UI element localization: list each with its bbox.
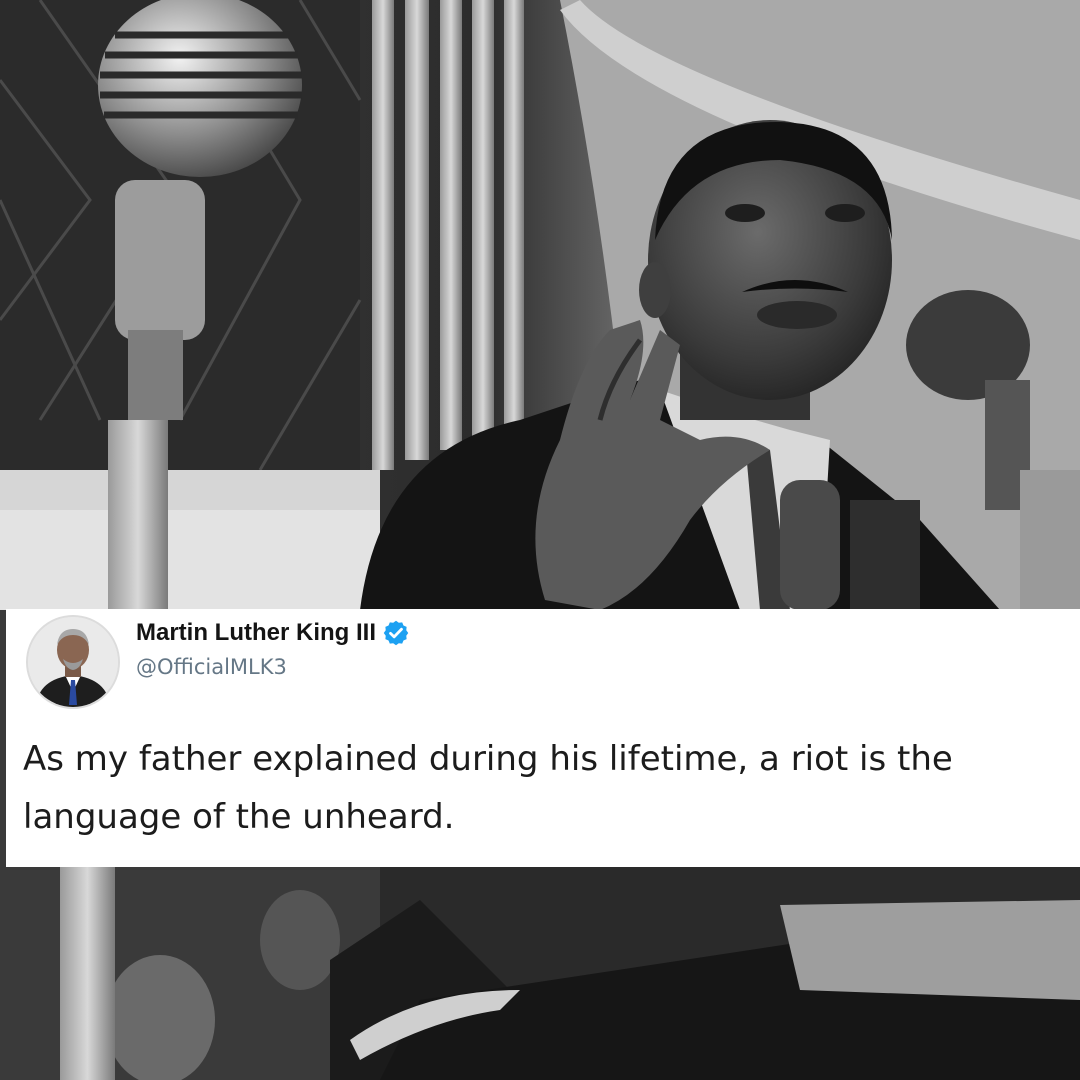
background-photo	[0, 0, 1080, 1080]
avatar-image	[28, 617, 118, 707]
tweet-text: As my father explained during his lifeti…	[23, 739, 953, 837]
display-name[interactable]: Martin Luther King III	[136, 618, 410, 648]
display-name-text: Martin Luther King III	[136, 619, 376, 646]
tweet-card: Martin Luther King III @OfficialMLK3 As …	[6, 609, 1080, 867]
verified-badge-icon	[383, 620, 409, 646]
profile-avatar[interactable]	[26, 615, 120, 709]
user-handle[interactable]: @OfficialMLK3	[136, 653, 287, 681]
